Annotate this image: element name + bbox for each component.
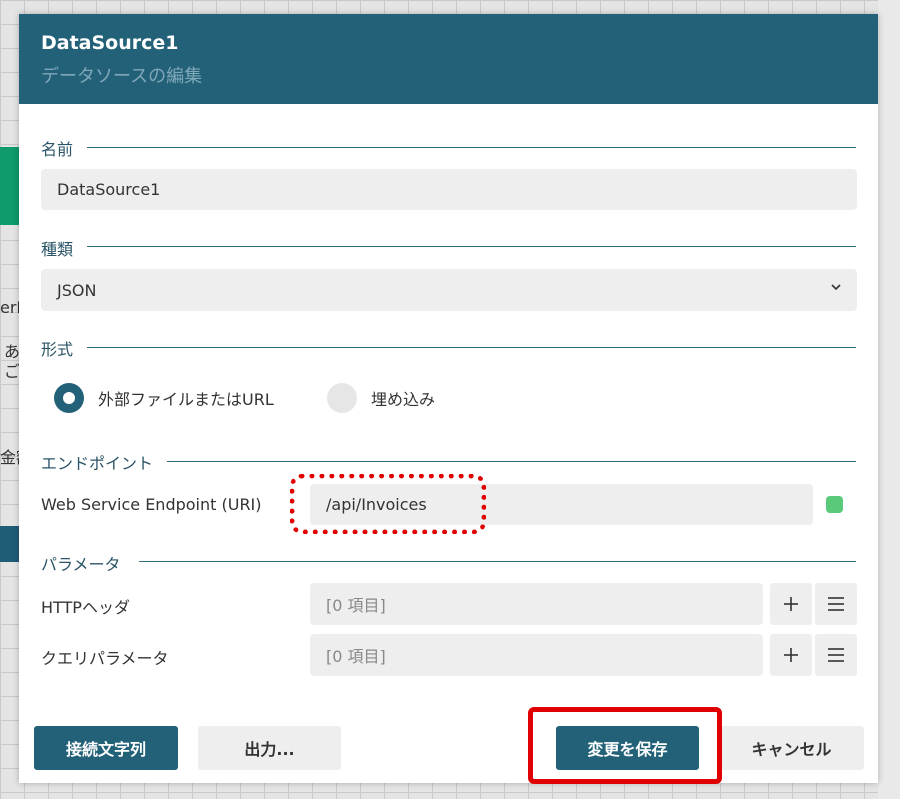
query-params-menu-button[interactable] xyxy=(815,634,857,676)
plus-icon xyxy=(784,648,798,662)
dialog-title: DataSource1 xyxy=(41,32,179,54)
background-right-panel xyxy=(878,0,900,799)
edit-datasource-dialog: DataSource1 データソースの編集 名前 DataSource1 種類 … xyxy=(19,14,878,783)
add-http-header-button[interactable] xyxy=(770,583,812,625)
list-icon xyxy=(828,597,844,611)
background-text-fragment: ご xyxy=(4,362,21,381)
type-select-value: JSON xyxy=(57,280,97,300)
output-button[interactable]: 出力... xyxy=(198,726,341,770)
http-headers-label: HTTPヘッダ xyxy=(41,598,130,617)
query-params-field[interactable]: [0 項目] xyxy=(310,634,763,676)
name-input[interactable]: DataSource1 xyxy=(41,169,857,210)
list-icon xyxy=(828,648,844,662)
dialog-footer: 接続文字列 出力... 変更を保存 キャンセル xyxy=(19,704,878,783)
chevron-down-icon xyxy=(831,284,841,291)
section-divider xyxy=(139,561,856,562)
save-button-highlight-annotation xyxy=(528,707,722,784)
section-divider xyxy=(79,246,856,247)
dialog-header: DataSource1 データソースの編集 xyxy=(19,14,878,104)
cancel-button[interactable]: キャンセル xyxy=(719,726,864,770)
plus-icon xyxy=(784,597,798,611)
radio-embedded-label: 埋め込み xyxy=(371,390,436,409)
add-query-param-button[interactable] xyxy=(770,634,812,676)
section-label-format: 形式 xyxy=(41,336,88,360)
query-params-label: クエリパラメータ xyxy=(41,649,169,668)
endpoint-highlight-annotation xyxy=(290,474,486,534)
section-label-name: 名前 xyxy=(41,136,88,160)
endpoint-field-label: Web Service Endpoint (URI) xyxy=(41,495,262,514)
section-label-parameters: パラメータ xyxy=(41,551,135,575)
background-green-block xyxy=(0,147,20,225)
dialog-subtitle: データソースの編集 xyxy=(41,66,203,87)
radio-checked-indicator[interactable] xyxy=(54,383,84,413)
section-divider xyxy=(79,147,856,148)
radio-embedded[interactable]: 埋め込み xyxy=(327,383,435,413)
radio-unchecked-indicator[interactable] xyxy=(327,383,357,413)
type-select[interactable]: JSON xyxy=(41,269,857,311)
endpoint-status-indicator xyxy=(826,496,843,513)
section-label-type: 種類 xyxy=(41,236,88,260)
connection-string-button[interactable]: 接続文字列 xyxy=(34,726,178,770)
http-headers-field[interactable]: [0 項目] xyxy=(310,583,763,625)
section-divider xyxy=(159,461,856,462)
radio-external-url-label: 外部ファイルまたはURL xyxy=(98,390,274,409)
section-label-endpoint: エンドポイント xyxy=(41,450,168,474)
radio-external-url[interactable]: 外部ファイルまたはURL xyxy=(54,383,274,413)
http-headers-menu-button[interactable] xyxy=(815,583,857,625)
section-divider xyxy=(79,347,856,348)
background-header-cell xyxy=(0,526,20,562)
